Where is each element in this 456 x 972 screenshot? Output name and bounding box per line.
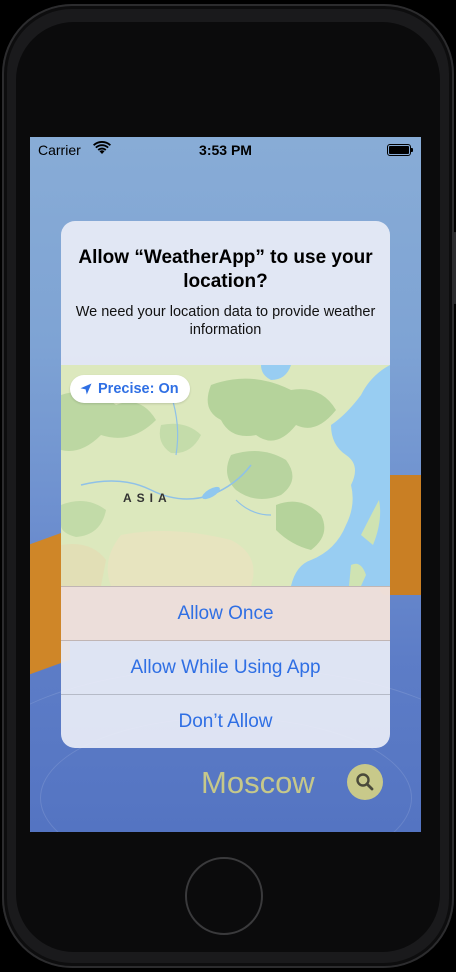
search-icon <box>356 773 374 791</box>
allow-once-button[interactable]: Allow Once <box>61 586 390 641</box>
location-arrow-icon <box>80 383 92 395</box>
app-screen: Carrier 3:53 PM Allow “WeatherApp” to us… <box>30 137 421 832</box>
alert-title: Allow “WeatherApp” to use your location? <box>78 247 373 292</box>
precise-label: Precise: On <box>98 381 179 397</box>
home-button[interactable] <box>185 857 263 935</box>
alert-message: We need your location data to provide we… <box>75 304 376 338</box>
status-bar: Carrier 3:53 PM <box>30 137 421 163</box>
search-button[interactable] <box>347 764 383 800</box>
location-permission-alert: Allow “WeatherApp” to use your location?… <box>61 221 390 748</box>
dont-allow-button[interactable]: Don’t Allow <box>61 694 390 748</box>
precise-location-toggle[interactable]: Precise: On <box>70 375 190 403</box>
map-region-label: ASIA <box>123 491 172 505</box>
allow-while-using-button[interactable]: Allow While Using App <box>61 640 390 695</box>
city-name: Moscow <box>201 765 315 800</box>
location-map[interactable]: Precise: On ASIA <box>61 365 390 586</box>
battery-icon <box>387 144 413 156</box>
clock: 3:53 PM <box>199 142 252 158</box>
